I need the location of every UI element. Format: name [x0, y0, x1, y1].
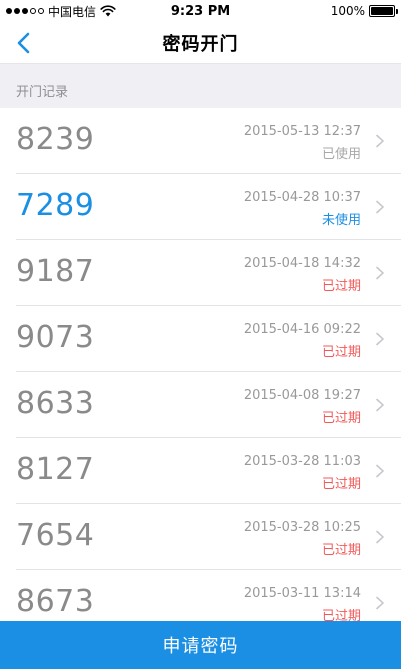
record-row[interactable]: 8673 2015-03-11 13:14 已过期 [0, 570, 401, 621]
record-code: 7654 [16, 518, 95, 553]
page-title: 密码开门 [162, 33, 239, 55]
chevron-right-icon [376, 266, 384, 280]
record-row[interactable]: 7654 2015-03-28 10:25 已过期 [0, 504, 401, 570]
record-row[interactable]: 9073 2015-04-16 09:22 已过期 [0, 306, 401, 372]
record-datetime: 2015-03-28 11:03 [243, 454, 361, 469]
navigation-bar: 密码开门 [0, 22, 401, 64]
record-datetime: 2015-04-16 09:22 [243, 322, 361, 337]
record-row[interactable]: 7289 2015-04-28 10:37 未使用 [0, 174, 401, 240]
record-datetime: 2015-05-13 12:37 [243, 124, 361, 139]
record-code: 8633 [16, 386, 95, 421]
record-list[interactable]: 8239 2015-05-13 12:37 已使用 7289 2015-04-2… [0, 108, 401, 621]
record-code: 8239 [16, 122, 95, 157]
section-header: 开门记录 [0, 64, 401, 108]
record-status: 未使用 [321, 213, 361, 228]
record-code: 7289 [16, 188, 95, 223]
status-bar: 中国电信 9:23 PM 100% [0, 0, 401, 22]
record-row[interactable]: 9187 2015-04-18 14:32 已过期 [0, 240, 401, 306]
back-button[interactable] [8, 28, 38, 58]
chevron-right-icon [376, 530, 384, 544]
record-datetime: 2015-03-28 10:25 [243, 520, 361, 535]
record-status: 已使用 [321, 147, 361, 162]
record-datetime: 2015-04-28 10:37 [243, 190, 361, 205]
battery-percent: 100% [330, 4, 365, 18]
record-code: 8673 [16, 584, 95, 619]
record-row[interactable]: 8127 2015-03-28 11:03 已过期 [0, 438, 401, 504]
chevron-right-icon [376, 398, 384, 412]
record-datetime: 2015-04-08 19:27 [243, 388, 361, 403]
chevron-right-icon [376, 134, 384, 148]
record-row[interactable]: 8239 2015-05-13 12:37 已使用 [0, 108, 401, 174]
record-status: 已过期 [321, 609, 361, 621]
record-code: 8127 [16, 452, 95, 487]
record-code: 9187 [16, 254, 95, 289]
record-datetime: 2015-04-18 14:32 [243, 256, 361, 271]
wifi-icon [100, 5, 116, 17]
record-datetime: 2015-03-11 13:14 [243, 586, 361, 601]
chevron-right-icon [376, 464, 384, 478]
record-code: 9073 [16, 320, 95, 355]
chevron-right-icon [376, 332, 384, 346]
chevron-left-icon [17, 32, 30, 54]
battery-icon [369, 5, 398, 17]
record-status: 已过期 [321, 477, 361, 492]
carrier-name: 中国电信 [48, 4, 97, 19]
section-title: 开门记录 [16, 85, 69, 100]
record-status: 已过期 [321, 345, 361, 360]
record-row[interactable]: 8633 2015-04-08 19:27 已过期 [0, 372, 401, 438]
record-status: 已过期 [321, 543, 361, 558]
apply-password-button[interactable]: 申请密码 [0, 621, 401, 669]
chevron-right-icon [376, 200, 384, 214]
status-bar-right: 100% [330, 4, 398, 18]
signal-strength-icon [6, 8, 44, 14]
record-status: 已过期 [321, 411, 361, 426]
chevron-right-icon [376, 596, 384, 610]
record-status: 已过期 [321, 279, 361, 294]
status-bar-left: 中国电信 [6, 3, 116, 20]
